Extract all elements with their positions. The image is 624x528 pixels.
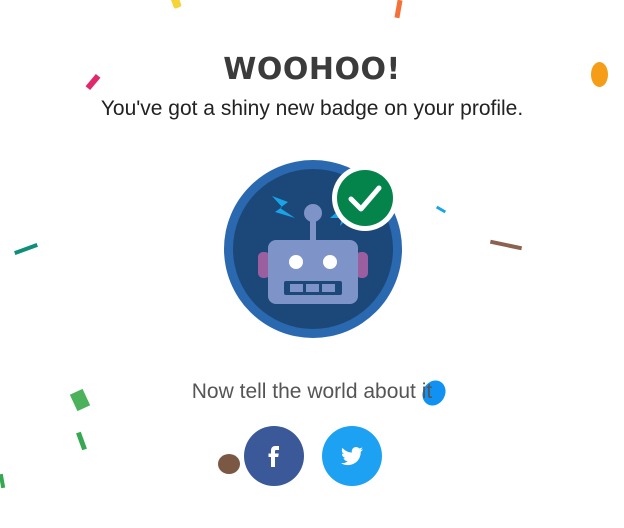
share-prompt: Now tell the world about it [191,380,433,403]
badge-message: You've got a shiny new badge on your pro… [100,97,524,120]
page-title: WOOHOO! [223,52,401,87]
confetti-piece [218,454,240,474]
confetti-piece [394,0,403,19]
confetti-piece [489,239,523,251]
confetti-piece [76,431,87,451]
confetti-piece [0,473,6,489]
facebook-share-button[interactable] [244,426,304,486]
badge-earned-check [331,164,399,232]
facebook-icon [268,446,279,467]
twitter-icon [341,447,363,466]
confetti-piece [435,205,447,214]
confetti-piece [14,243,38,255]
checkmark-icon [332,165,398,231]
twitter-share-button[interactable] [322,426,382,486]
badge-celebration-panel: WOOHOO! You've got a shiny new badge on … [0,0,624,528]
confetti-piece [170,0,182,10]
